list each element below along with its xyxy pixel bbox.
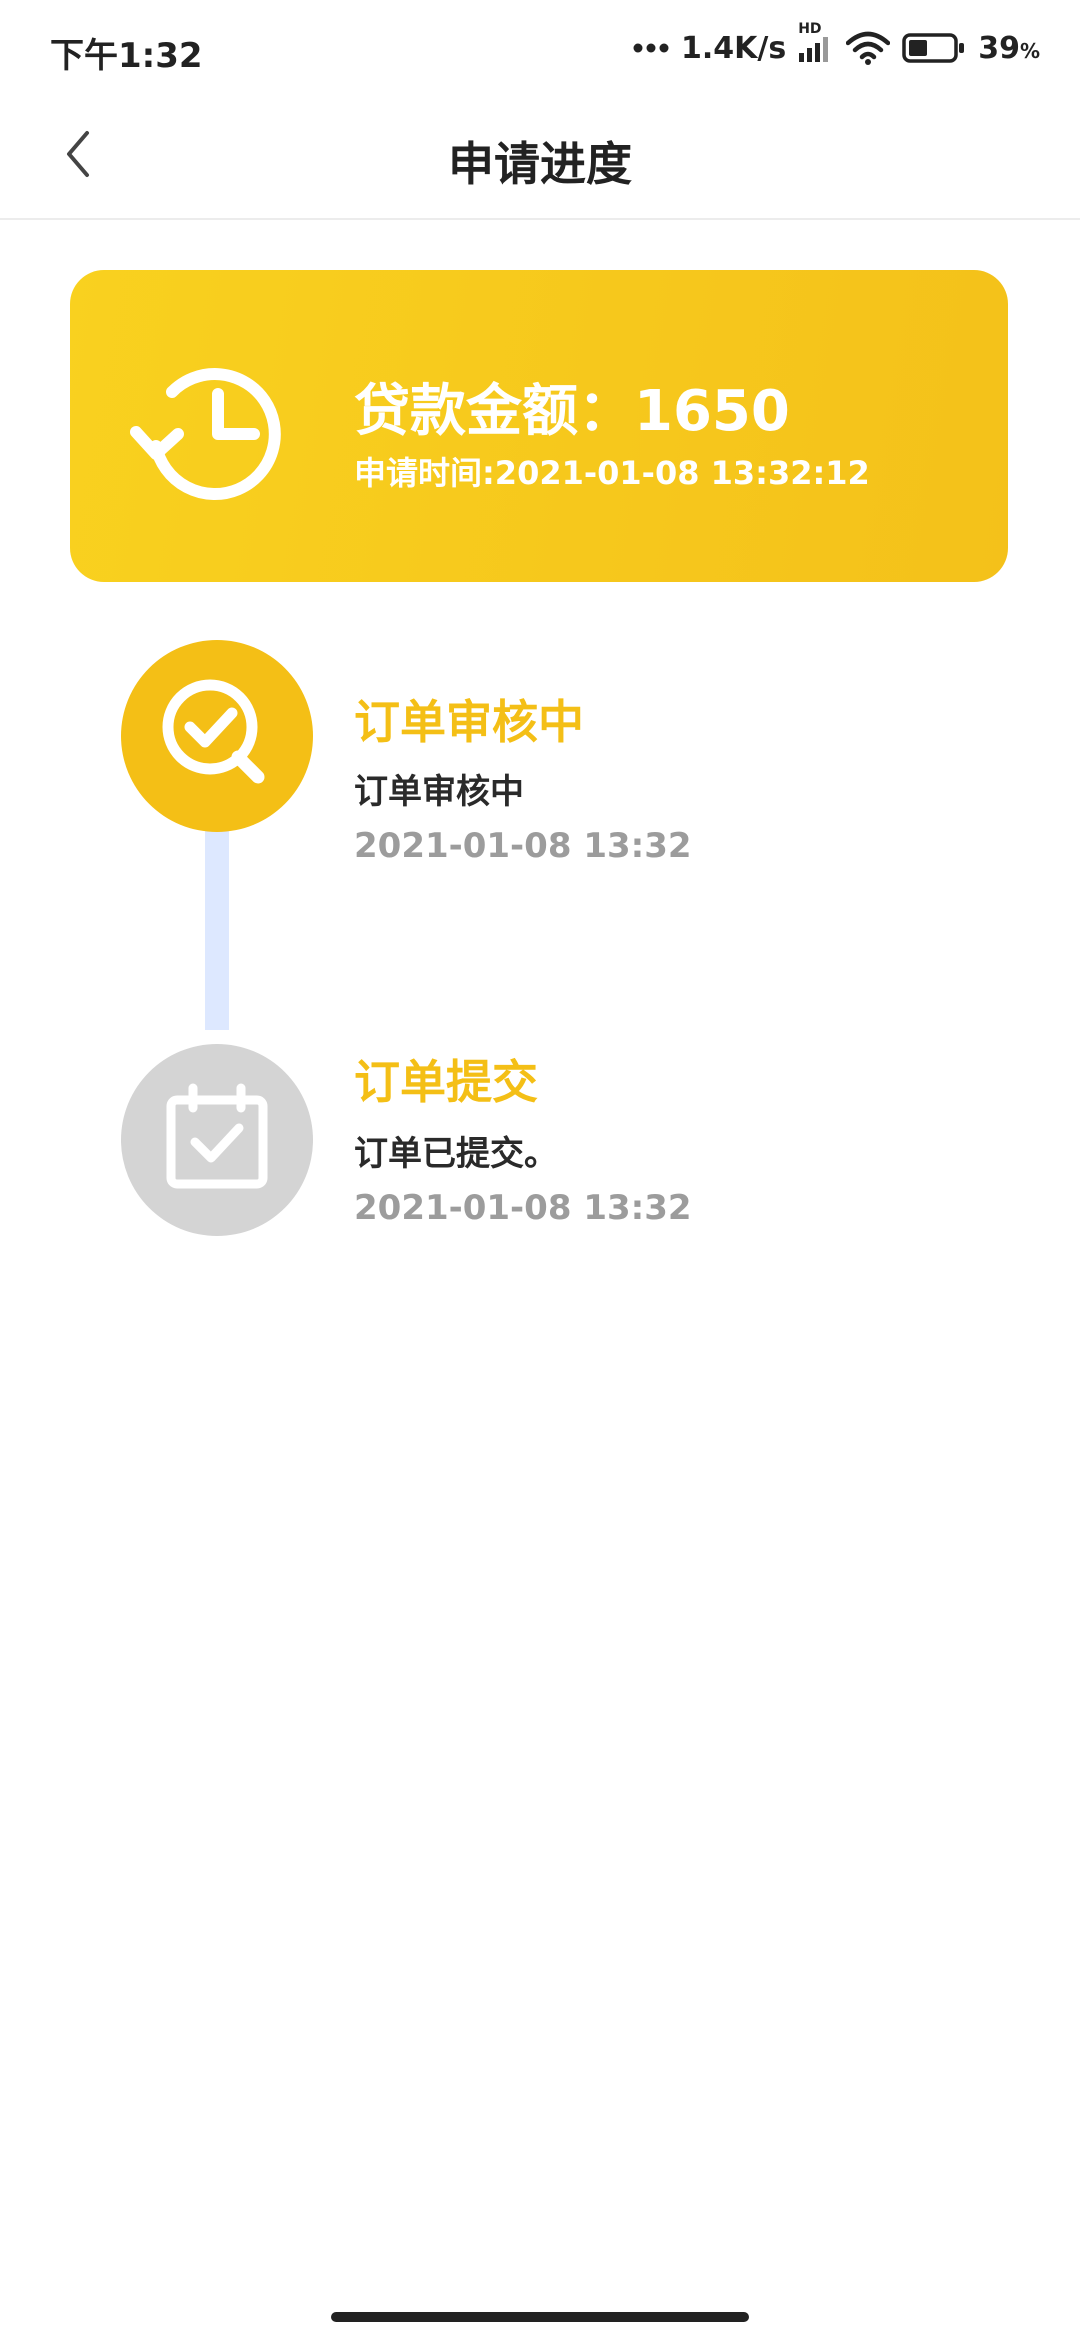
more-dots-icon xyxy=(633,42,669,54)
application-time: 申请时间:2021-01-08 13:32:12 xyxy=(354,454,870,492)
progress-timeline: 订单审核中 订单审核中 2021-01-08 13:32 订单提交 订单已提交。… xyxy=(0,640,1080,1260)
loan-summary-card: 贷款金额： 1650 申请时间:2021-01-08 13:32:12 xyxy=(70,270,1008,582)
timeline-connector xyxy=(205,830,229,1030)
timeline-node-inactive xyxy=(121,1044,313,1236)
page-title: 申请进度 xyxy=(448,137,632,191)
battery-unit: % xyxy=(1019,38,1040,63)
timeline-description: 订单审核中 xyxy=(354,772,524,812)
wifi-icon xyxy=(846,31,891,65)
status-indicators: 1.4K/s HD 39% xyxy=(633,21,1040,70)
loan-amount-label: 贷款金额： xyxy=(354,379,634,444)
timeline-description: 订单已提交。 xyxy=(354,1134,558,1174)
nav-bar: 申请进度 xyxy=(0,100,1080,220)
network-speed: 1.4K/s xyxy=(680,30,787,66)
status-time: 下午1:32 xyxy=(50,36,203,76)
status-bar: 下午1:32 1.4K/s HD 39% xyxy=(0,0,1080,100)
timeline-title: 订单提交 xyxy=(354,1055,538,1109)
signal-icon: HD xyxy=(798,21,834,63)
search-check-icon xyxy=(152,669,282,803)
timeline-date: 2021-01-08 13:32 xyxy=(354,826,692,866)
loan-amount-value: 1650 xyxy=(634,379,790,444)
timeline-item-reviewing: 订单审核中 订单审核中 2021-01-08 13:32 xyxy=(0,640,1080,866)
battery-value: 39 xyxy=(978,30,1020,66)
home-indicator[interactable] xyxy=(331,2312,749,2322)
calendar-check-icon xyxy=(161,1082,273,1198)
timeline-title: 订单审核中 xyxy=(354,695,584,749)
timeline-node-active xyxy=(121,640,313,832)
timeline-item-submitted: 订单提交 订单已提交。 2021-01-08 13:32 xyxy=(0,1044,1080,1246)
network-badge: HD xyxy=(798,21,822,37)
timeline-date: 2021-01-08 13:32 xyxy=(354,1188,692,1228)
history-clock-icon xyxy=(126,346,294,514)
loan-amount: 贷款金额： 1650 xyxy=(354,366,790,447)
battery-icon xyxy=(902,33,966,63)
battery-percent: 39% xyxy=(978,31,1040,66)
